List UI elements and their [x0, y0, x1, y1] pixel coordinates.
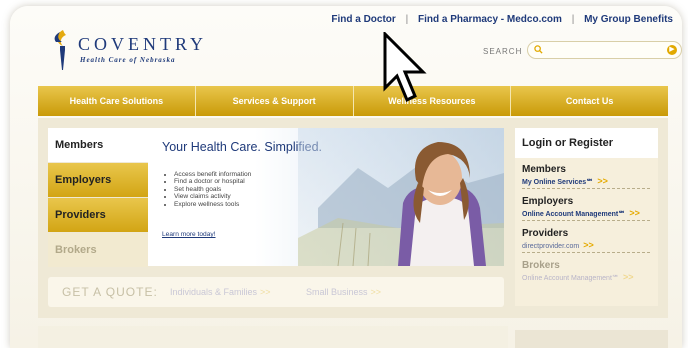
brand-tagline: Health Care of Nebraska	[80, 56, 176, 64]
search-label: SEARCH	[483, 47, 523, 56]
tab-employers[interactable]: Employers	[48, 163, 148, 198]
utility-separator: |	[571, 14, 575, 25]
login-section-providers: Providers directprovider.com >>	[522, 228, 650, 253]
find-doctor-link[interactable]: Find a Doctor	[331, 14, 395, 25]
nav-wellness-resources[interactable]: Wellness Resources	[353, 86, 512, 116]
nav-health-care-solutions[interactable]: Health Care Solutions	[38, 86, 196, 116]
login-head-members: Members	[522, 164, 566, 175]
search-icon	[534, 45, 543, 54]
tab-brokers[interactable]: Brokers	[48, 233, 148, 268]
double-chevron-icon: >>	[583, 240, 594, 250]
mouse-pointer-icon	[383, 32, 427, 103]
audience-tabs: Members Employers Providers Brokers	[48, 128, 148, 268]
hero-benefit-list: Access benefit information Find a doctor…	[162, 171, 251, 208]
hero-bullet: Explore wellness tools	[174, 201, 251, 208]
find-pharmacy-link[interactable]: Find a Pharmacy - Medco.com	[418, 14, 562, 25]
directprovider-label: directprovider.com	[522, 243, 580, 250]
double-chevron-icon: >>	[370, 287, 382, 297]
login-section-employers: Employers Online Account Management℠ >>	[522, 196, 650, 221]
broker-account-management-link[interactable]: Online Account Management℠ >>	[522, 272, 650, 282]
online-account-management-link[interactable]: Online Account Management℠ >>	[522, 208, 650, 218]
login-section-members: Members My Online Services℠ >>	[522, 164, 650, 189]
brand-name: COVENTRY	[78, 34, 208, 54]
search-field: ▶	[527, 41, 682, 59]
broker-account-management-label: Online Account Management℠	[522, 275, 620, 282]
learn-more-link[interactable]: Learn more today!	[162, 231, 216, 238]
faded-bottom-panel	[515, 330, 668, 348]
double-chevron-icon: >>	[260, 287, 271, 297]
group-benefits-link[interactable]: My Group Benefits	[584, 14, 673, 25]
torch-logo-icon	[54, 30, 66, 70]
tab-providers[interactable]: Providers	[48, 198, 148, 233]
hero-bullet: Set health goals	[174, 186, 251, 193]
login-head-employers: Employers	[522, 196, 574, 207]
get-a-quote-bar: GET A QUOTE: Individuals & Families >> Sm…	[48, 277, 504, 307]
quote-small-business-label: Small Business	[306, 287, 368, 297]
hero-bullet: View claims activity	[174, 193, 251, 200]
my-online-services-label: My Online Services℠	[522, 179, 594, 186]
hero-banner: Your Health Care. Simplified. Access ben…	[148, 128, 504, 266]
quote-individuals-label: Individuals & Families	[170, 287, 258, 297]
coventry-logo[interactable]: COVENTRY Health Care of Nebraska	[50, 28, 220, 78]
hero-bullet: Find a doctor or hospital	[174, 178, 251, 185]
utility-separator: |	[405, 14, 409, 25]
utility-nav: Find a Doctor | Find a Pharmacy - Medco.…	[330, 14, 674, 25]
tab-members[interactable]: Members	[48, 128, 148, 163]
nav-contact-us[interactable]: Contact Us	[511, 86, 668, 116]
login-head-providers: Providers	[522, 228, 569, 239]
hero-bullet: Access benefit information	[174, 171, 251, 178]
hero-photo-woman-hiking	[298, 128, 504, 266]
nav-services-support[interactable]: Services & Support	[195, 86, 354, 116]
quote-small-business-link[interactable]: Small Business >>	[306, 287, 381, 297]
main-nav: Health Care Solutions Services & Support…	[38, 86, 668, 116]
search-input[interactable]	[550, 43, 664, 57]
quote-label: GET A QUOTE:	[62, 285, 158, 299]
login-panel: Login or Register Members My Online Serv…	[515, 128, 658, 306]
go-arrow-icon[interactable]: ▶	[667, 45, 677, 55]
login-title: Login or Register	[515, 128, 658, 158]
online-account-management-label: Online Account Management℠	[522, 211, 626, 218]
quote-individuals-link[interactable]: Individuals & Families >>	[170, 287, 271, 297]
directprovider-link[interactable]: directprovider.com >>	[522, 240, 650, 250]
double-chevron-icon: >>	[629, 208, 640, 218]
double-chevron-icon: >>	[623, 272, 634, 282]
my-online-services-link[interactable]: My Online Services℠ >>	[522, 176, 650, 186]
faded-bottom-content	[38, 326, 508, 348]
double-chevron-icon: >>	[597, 176, 608, 186]
login-head-brokers: Brokers	[522, 260, 560, 271]
login-section-brokers: Brokers Online Account Management℠ >>	[522, 260, 650, 284]
